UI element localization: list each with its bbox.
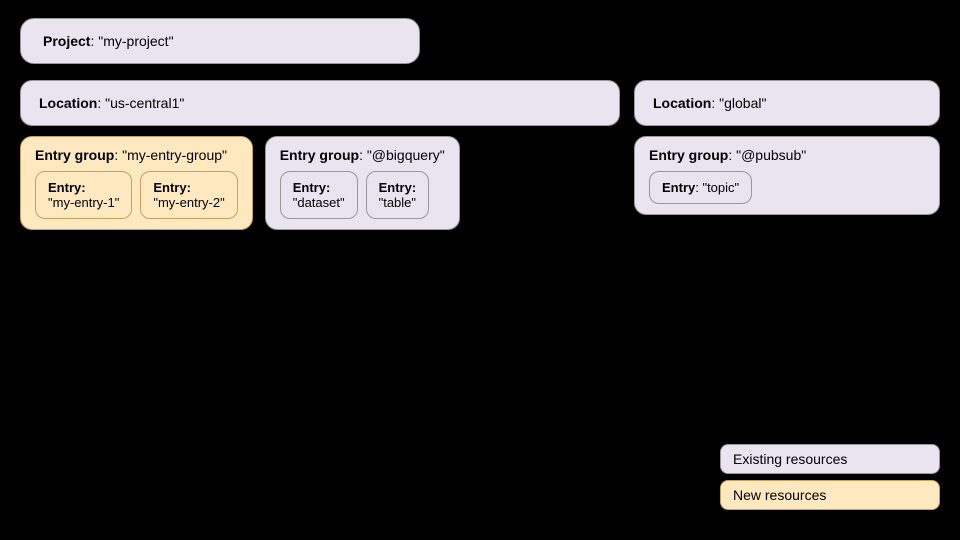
entry-group-bigquery: Entry group: "@bigquery" Entry: "dataset… bbox=[265, 136, 460, 230]
legend-new-label: New resources bbox=[733, 487, 826, 503]
location-right-value: "global" bbox=[719, 95, 766, 111]
entry-group-my-entry-group-title: Entry group: "my-entry-group" bbox=[35, 147, 238, 163]
location-left-box: Location: "us-central1" bbox=[20, 80, 620, 126]
location-right-label: Location bbox=[653, 95, 711, 111]
entries-row-pubsub: Entry: "topic" bbox=[649, 171, 925, 204]
entry-group-bigquery-title: Entry group: "@bigquery" bbox=[280, 147, 445, 163]
project-row: Project: "my-project" bbox=[20, 18, 940, 64]
entries-row-bigquery: Entry: "dataset" Entry: "table" bbox=[280, 171, 445, 219]
legend-existing: Existing resources bbox=[720, 444, 940, 474]
entry-table: Entry: "table" bbox=[366, 171, 430, 219]
location-right-box: Location: "global" bbox=[634, 80, 940, 126]
entry-topic: Entry: "topic" bbox=[649, 171, 752, 204]
project-box: Project: "my-project" bbox=[20, 18, 420, 64]
entries-row-my-entry-group: Entry: "my-entry-1" Entry: "my-entry-2" bbox=[35, 171, 238, 219]
project-value: "my-project" bbox=[98, 33, 173, 49]
entry-my-entry-2: Entry: "my-entry-2" bbox=[140, 171, 237, 219]
project-label: Project bbox=[43, 33, 90, 49]
entry-dataset: Entry: "dataset" bbox=[280, 171, 358, 219]
entry-my-entry-1: Entry: "my-entry-1" bbox=[35, 171, 132, 219]
locations-row: Location: "us-central1" Entry group: "my… bbox=[20, 80, 940, 230]
entry-group-pubsub-title: Entry group: "@pubsub" bbox=[649, 147, 925, 163]
location-right-col: Location: "global" Entry group: "@pubsub… bbox=[634, 80, 940, 230]
location-left-label: Location bbox=[39, 95, 97, 111]
left-groups: Entry group: "my-entry-group" Entry: "my… bbox=[20, 136, 620, 230]
entry-group-pubsub: Entry group: "@pubsub" Entry: "topic" bbox=[634, 136, 940, 215]
legend-new: New resources bbox=[720, 480, 940, 510]
location-left-value: "us-central1" bbox=[105, 95, 184, 111]
legend-existing-label: Existing resources bbox=[733, 451, 847, 467]
legend: Existing resources New resources bbox=[720, 444, 940, 510]
location-left-col: Location: "us-central1" Entry group: "my… bbox=[20, 80, 620, 230]
entry-group-my-entry-group: Entry group: "my-entry-group" Entry: "my… bbox=[20, 136, 253, 230]
